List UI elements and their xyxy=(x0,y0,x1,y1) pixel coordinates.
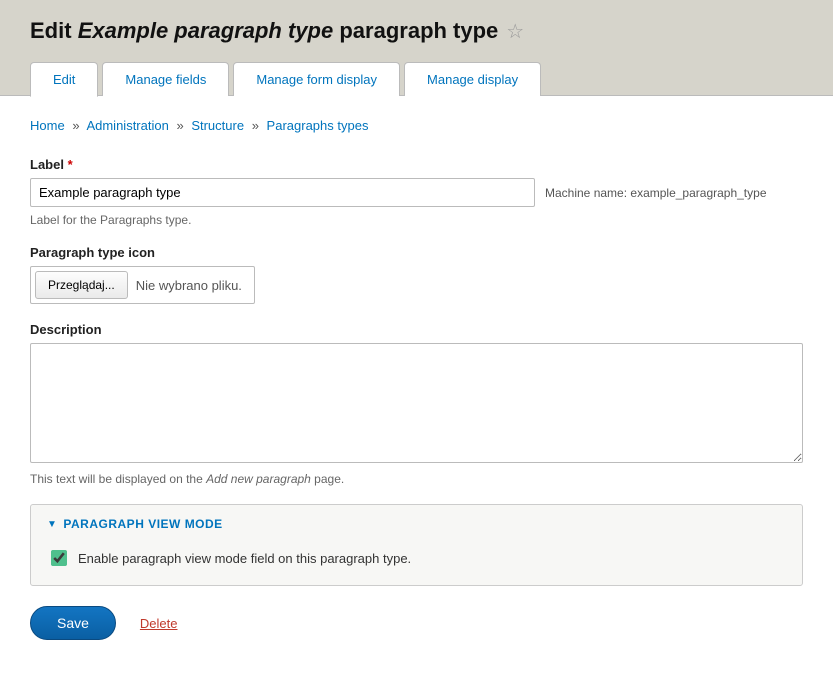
icon-field-label: Paragraph type icon xyxy=(30,245,803,260)
tab-edit[interactable]: Edit xyxy=(30,62,98,97)
chevron-down-icon: ▼ xyxy=(47,519,57,530)
description-help-text: This text will be displayed on the Add n… xyxy=(30,472,803,486)
star-icon[interactable]: ☆ xyxy=(506,19,524,44)
save-button[interactable]: Save xyxy=(30,606,116,640)
browse-button[interactable]: Przeglądaj... xyxy=(35,271,128,299)
breadcrumb-structure[interactable]: Structure xyxy=(191,118,244,133)
primary-tabs: Edit Manage fields Manage form display M… xyxy=(30,62,803,96)
label-help-text: Label for the Paragraphs type. xyxy=(30,213,803,227)
breadcrumb-administration[interactable]: Administration xyxy=(86,118,168,133)
description-field-label: Description xyxy=(30,322,803,337)
view-mode-fieldset: ▼ PARAGRAPH VIEW MODE Enable paragraph v… xyxy=(30,504,803,586)
page-title: Edit Example paragraph type paragraph ty… xyxy=(30,18,803,44)
title-prefix: Edit xyxy=(30,18,72,43)
tab-manage-fields[interactable]: Manage fields xyxy=(102,62,229,96)
machine-name: Machine name: example_paragraph_type xyxy=(545,186,767,200)
breadcrumb-home[interactable]: Home xyxy=(30,118,65,133)
tab-manage-form-display[interactable]: Manage form display xyxy=(233,62,400,96)
breadcrumb: Home » Administration » Structure » Para… xyxy=(30,118,803,133)
file-status-text: Nie wybrano pliku. xyxy=(136,278,250,293)
file-input[interactable]: Przeglądaj... Nie wybrano pliku. xyxy=(30,266,255,304)
delete-link[interactable]: Delete xyxy=(140,616,178,631)
description-textarea[interactable] xyxy=(30,343,803,463)
tab-manage-display[interactable]: Manage display xyxy=(404,62,541,96)
title-italic: Example paragraph type xyxy=(78,18,334,43)
view-mode-checkbox[interactable] xyxy=(51,550,67,566)
required-mark: * xyxy=(68,157,73,172)
title-suffix: paragraph type xyxy=(339,18,498,43)
view-mode-legend[interactable]: ▼ PARAGRAPH VIEW MODE xyxy=(31,505,802,543)
label-input[interactable] xyxy=(30,178,535,207)
label-field-label: Label * xyxy=(30,157,803,172)
view-mode-checkbox-label: Enable paragraph view mode field on this… xyxy=(78,551,411,566)
breadcrumb-paragraphs-types[interactable]: Paragraphs types xyxy=(267,118,369,133)
